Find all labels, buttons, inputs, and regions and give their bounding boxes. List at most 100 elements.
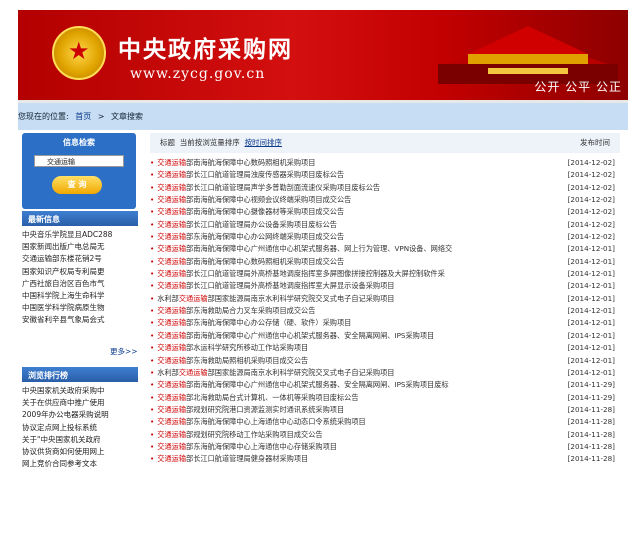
article-title-link[interactable]: 交通运输部东海航海保障中心办公存储（硬、软件）采购项目 [157, 318, 351, 328]
site-banner: 中央政府采购网 www.zycg.gov.cn 公开 公平 公正 [18, 10, 628, 100]
table-row[interactable]: • 交通运输部东海航海保障中心上海通信中心动态口令系统采购项目 [2014-11-2… [150, 417, 620, 429]
article-title-link[interactable]: 交通运输部南海航海保障中心广州通信中心机架式服务器、安全隔离网闸、IPS采购项目… [157, 380, 448, 390]
article-title-link[interactable]: 交通运输部南海航海保障中心视频会议终端采购项目成交公告 [157, 195, 351, 205]
table-row[interactable]: • 水利部交通运输部国家能源局南京水利科学研究院交叉式电子自记采购项目 [2014-… [150, 294, 620, 306]
article-title-link[interactable]: 交通运输部东海航海保障中心上海通信中心存储采购项目 [157, 442, 337, 452]
bullet-icon: • [150, 256, 155, 266]
time-column-header: 发布时间 [580, 138, 610, 147]
table-row[interactable]: • 交通运输部北海救助局台式计算机、一体机等采购项目废标公告 [2014-11-29… [150, 393, 620, 405]
table-row[interactable]: • 交通运输部南海航海保障中心数码照相机采购项目成交公告 [2014-12-01] [150, 257, 620, 269]
title-highlight: 交通运输 [178, 367, 208, 377]
title-rest: 部南海航海保障中心视频会议终端采购项目成交公告 [186, 195, 352, 205]
table-row[interactable]: • 交通运输部南海航海保障中心广州通信中心机架式服务器、安全隔离网闸、IPS采购项… [150, 331, 620, 343]
ranking-header: 浏览排行榜 [22, 367, 138, 382]
table-row[interactable]: • 交通运输部规划研究院移动工作站采购项目成交公告 [2014-11-28] [150, 430, 620, 442]
table-row[interactable]: • 交通运输部南海航海保障中心广州通信中心机架式服务器、网上行为管理、VPN设备、… [150, 244, 620, 256]
article-title-link[interactable]: 交通运输部东海航海保障中心上海通信中心动态口令系统采购项目 [157, 417, 365, 427]
article-title-link[interactable]: 交通运输部南海航海保障中心广州通信中心机架式服务器、安全隔离网闸、IPS采购项目 [157, 331, 434, 341]
list-item[interactable]: 2009年办公电器采购说明 [22, 409, 138, 421]
sort-by-time-link[interactable]: 按时间排序 [245, 138, 283, 147]
title-rest: 部东海救助局合力叉车采购项目成交公告 [186, 306, 316, 316]
title-highlight: 交通运输 [157, 343, 187, 353]
title-highlight: 交通运输 [157, 158, 187, 167]
table-row[interactable]: • 交通运输部长江口航道管理局健身器材采购项目 [2014-11-28] [150, 454, 620, 466]
article-title-link[interactable]: 交通运输部北海救助局台式计算机、一体机等采购项目废标公告 [157, 393, 358, 403]
article-title-link[interactable]: 交通运输部南海航海保障中心数码照相机采购项目 [157, 158, 315, 168]
article-rows: • 交通运输部南海航海保障中心数码照相机采购项目 [2014-12-02] • 交通运输… [150, 158, 620, 467]
article-title-link[interactable]: 交通运输部规划研究院移动工作站采购项目成交公告 [157, 430, 322, 440]
title-highlight: 交通运输 [157, 256, 187, 266]
article-title-link[interactable]: 交通运输部东海救助局合力叉车采购项目成交公告 [157, 306, 315, 316]
table-row[interactable]: • 交通运输部南海航海保障中心广州通信中心机架式服务器、安全隔离网闸、IPS采购项… [150, 380, 620, 392]
table-row[interactable]: • 交通运输部东海航海保障中心办公存储（硬、软件）采购项目 [2014-12-01] [150, 318, 620, 330]
site-title: 中央政府采购网 [118, 36, 293, 63]
publish-date: [2014-12-01] [567, 343, 615, 353]
article-title-link[interactable]: 交通运输部南海航海保障中心摄像器材等采购项目成交公告 [157, 207, 344, 217]
title-rest: 部长江口航道管理局声学多普勒剖面流速仪采购项目废标公告 [186, 182, 381, 192]
article-title-link[interactable]: 交通运输部东海救助局照相机采购项目成交公告 [157, 356, 308, 366]
article-title-link[interactable]: 交通运输部长江口航道管理局办公设备采购项目废标公告 [157, 220, 337, 230]
table-row[interactable]: • 交通运输部南海航海保障中心视频会议终端采购项目成交公告 [2014-12-02] [150, 195, 620, 207]
article-title-link[interactable]: 交通运输部东海航海保障中心办公网终端采购项目成交公告 [157, 232, 344, 242]
site-url: www.zycg.gov.cn [130, 66, 266, 82]
table-row[interactable]: • 交通运输部水运科学研究所移动工作站采购项目 [2014-12-01] [150, 343, 620, 355]
table-row[interactable]: • 交通运输部东海救助局照相机采购项目成交公告 [2014-12-01] [150, 356, 620, 368]
breadcrumb-home-link[interactable]: 首页 [75, 112, 91, 121]
title-highlight: 交通运输 [157, 195, 187, 205]
table-row[interactable]: • 交通运输部东海航海保障中心上海通信中心存储采购项目 [2014-11-28] [150, 442, 620, 454]
list-item[interactable]: 交通运输部东楼花销2号 [22, 253, 138, 265]
bullet-icon: • [150, 269, 155, 279]
title-rest: 部北海救助局台式计算机、一体机等采购项目废标公告 [186, 392, 359, 402]
list-item[interactable]: 协议供货商如何使用网上 [22, 446, 138, 458]
article-title-link[interactable]: 交通运输部长江口航道管理局外高桥基地调度指挥室多屏图像拼接控制器及大屏控制软件采 [157, 269, 445, 279]
bullet-icon: • [150, 158, 155, 167]
table-row[interactable]: • 交通运输部南海航海保障中心摄像器材等采购项目成交公告 [2014-12-02] [150, 207, 620, 219]
article-title-link[interactable]: 交通运输部长江口航道管理局浊度传感器采购项目废标公告 [157, 170, 344, 180]
title-rest: 部南海航海保障中心广州通信中心机架式服务器、网上行为管理、VPN设备、网络交 [186, 244, 453, 254]
list-item[interactable]: 中国科学院上海生命科学 [22, 290, 138, 302]
table-row[interactable]: • 交通运输部长江口航道管理局声学多普勒剖面流速仪采购项目废标公告 [2014-12… [150, 183, 620, 195]
title-highlight: 交通运输 [157, 318, 187, 328]
list-item[interactable]: 中国医学科学院病原生物 [22, 302, 138, 314]
article-title-link[interactable]: 交通运输部水运科学研究所移动工作站采购项目 [157, 343, 308, 353]
table-row[interactable]: • 水利部交通运输部国家能源局南京水利科学研究院交叉式电子自记采购项目 [2014-… [150, 368, 620, 380]
list-item[interactable]: 网上竞价合同参考文本 [22, 458, 138, 470]
bullet-icon: • [150, 293, 155, 303]
list-item[interactable]: 中央音乐学院显且ADC288 [22, 229, 138, 241]
article-title-link[interactable]: 交通运输部南海航海保障中心广州通信中心机架式服务器、网上行为管理、VPN设备、网… [157, 244, 452, 254]
bullet-icon: • [150, 330, 155, 340]
article-title-link[interactable]: 交通运输部长江口航道管理局外高桥基地调度指挥室大屏显示设备采购项目 [157, 281, 394, 291]
table-row[interactable]: • 交通运输部长江口航道管理局浊度传感器采购项目废标公告 [2014-12-02] [150, 170, 620, 182]
table-row[interactable]: • 交通运输部规划研究院港口资源监测实时通讯系统采购项目 [2014-11-28] [150, 405, 620, 417]
table-row[interactable]: • 交通运输部长江口航道管理局外高桥基地调度指挥室多屏图像拼接控制器及大屏控制软件… [150, 269, 620, 281]
title-highlight: 交通运输 [157, 404, 187, 414]
list-item[interactable]: 关于在供应商中推广使用 [22, 397, 138, 409]
article-title-link[interactable]: 交通运输部南海航海保障中心数码照相机采购项目成交公告 [157, 257, 344, 267]
title-rest: 部国家能源局南京水利科学研究院交叉式电子自记采购项目 [207, 293, 395, 303]
table-row[interactable]: • 交通运输部南海航海保障中心数码照相机采购项目 [2014-12-02] [150, 158, 620, 170]
list-item[interactable]: 国家知识产权局专利局更 [22, 266, 138, 278]
article-title-link[interactable]: 交通运输部长江口航道管理局健身器材采购项目 [157, 454, 308, 464]
list-item[interactable]: 关于"中央国家机关政府 [22, 434, 138, 446]
list-item[interactable]: 中央国家机关政府采购中 [22, 385, 138, 397]
publish-date: [2014-12-02] [567, 170, 615, 180]
article-title-link[interactable]: 水利部交通运输部国家能源局南京水利科学研究院交叉式电子自记采购项目 [157, 368, 394, 378]
list-item[interactable]: 广西社旅自治区百色市气 [22, 278, 138, 290]
table-row[interactable]: • 交通运输部东海救助局合力叉车采购项目成交公告 [2014-12-01] [150, 306, 620, 318]
more-link[interactable]: 更多>> [110, 346, 138, 357]
list-item[interactable]: 安徽省利辛县气象局会式 [22, 314, 138, 326]
list-item[interactable]: 国家新闻出版广电总局无 [22, 241, 138, 253]
list-item[interactable]: 协议定点网上投标系统 [22, 422, 138, 434]
bullet-icon: • [150, 441, 155, 451]
table-row[interactable]: • 交通运输部长江口航道管理局办公设备采购项目废标公告 [2014-12-02] [150, 220, 620, 232]
title-highlight: 交通运输 [157, 330, 187, 340]
article-title-link[interactable]: 交通运输部规划研究院港口资源监测实时通讯系统采购项目 [157, 405, 344, 415]
table-row[interactable]: • 交通运输部长江口航道管理局外高桥基地调度指挥室大屏显示设备采购项目 [2014-… [150, 281, 620, 293]
bullet-icon: • [150, 367, 155, 377]
search-input[interactable]: 交通运输 [34, 155, 124, 167]
search-button[interactable]: 查 询 [52, 176, 102, 194]
article-title-link[interactable]: 交通运输部长江口航道管理局声学多普勒剖面流速仪采购项目废标公告 [157, 183, 380, 193]
title-rest: 部南海航海保障中心广州通信中心机架式服务器、安全隔离网闸、IPS采购项目 [186, 330, 435, 340]
table-row[interactable]: • 交通运输部东海航海保障中心办公网终端采购项目成交公告 [2014-12-02] [150, 232, 620, 244]
article-title-link[interactable]: 水利部交通运输部国家能源局南京水利科学研究院交叉式电子自记采购项目 [157, 294, 394, 304]
